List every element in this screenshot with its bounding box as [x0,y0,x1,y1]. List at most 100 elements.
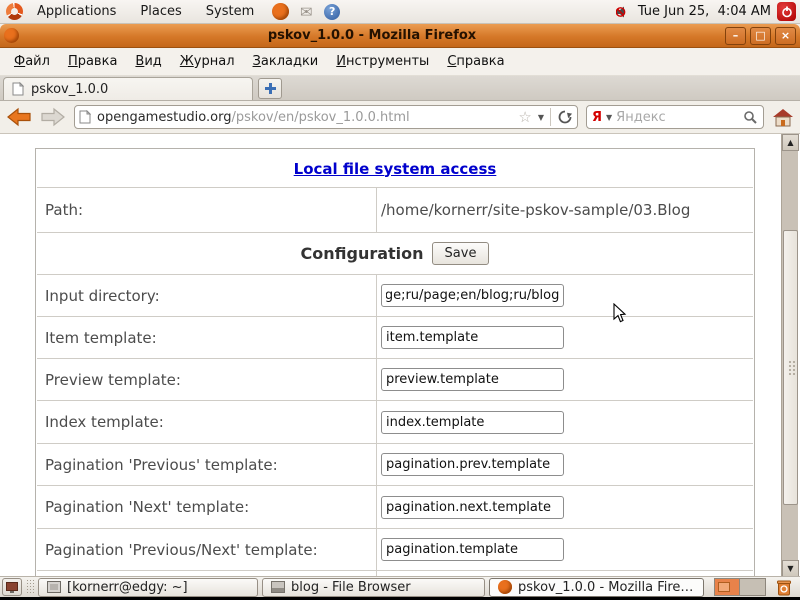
yandex-icon[interactable]: Я [592,110,602,125]
window-titlebar[interactable]: pskov_1.0.0 - Mozilla Firefox – □ × [0,24,800,48]
taskbar-item-firefox[interactable]: pskov_1.0.0 - Mozilla Firefox [489,578,704,597]
panel-left: Applications Places System ✉ ? [0,2,342,22]
menu-tools[interactable]: Инструменты [328,50,437,73]
table-header-row: Local file system access [37,150,753,188]
path-value: /home/kornerr/site-pskov-sample/03.Blog [377,201,753,219]
power-icon[interactable] [777,2,796,21]
plus-icon [265,83,276,94]
search-icon[interactable] [743,110,758,125]
panel-clock[interactable]: Tue Jun 25, 4:04 AM [638,4,771,19]
field-label: Pagination 'Previous/Next' template: [37,529,377,570]
table-row: Pagination 'Previous/Next' template: [37,529,753,571]
taskbar-item-label: pskov_1.0.0 - Mozilla Firefox [518,580,695,595]
vertical-scrollbar[interactable]: ▲ ▼ [781,134,798,577]
input-directory-field[interactable] [381,284,564,307]
url-dropdown-icon[interactable]: ▼ [538,113,544,122]
ubuntu-logo-icon[interactable] [6,3,23,20]
back-button[interactable] [6,106,32,128]
close-button[interactable]: × [775,27,796,45]
configuration-title: Configuration [301,244,424,263]
pagination-prev-field[interactable] [381,453,564,476]
page-icon [79,110,91,124]
field-label: Input directory: [37,275,377,316]
help-icon[interactable]: ? [322,2,342,22]
field-label: Preview template: [37,359,377,400]
menu-history[interactable]: Журнал [172,50,243,73]
taskbar-grip[interactable] [26,579,34,595]
table-row: Index template: [37,401,753,444]
desktop: Applications Places System ✉ ? Tue Jun 2… [0,0,800,600]
menu-file[interactable]: Файл [6,50,58,73]
table-row: Input directory: [37,275,753,317]
menu-help[interactable]: Справка [439,50,512,73]
url-text[interactable]: opengamestudio.org/pskov/en/pskov_1.0.0.… [97,110,512,125]
home-button[interactable] [772,108,794,127]
panel-right: Tue Jun 25, 4:04 AM [616,2,800,21]
item-template-field[interactable] [381,326,564,349]
system-menu[interactable]: System [196,2,264,21]
tab-pskov[interactable]: pskov_1.0.0 [3,77,253,100]
bookmark-star-icon[interactable]: ☆ [518,108,531,126]
minimize-button[interactable]: – [725,27,746,45]
mouse-cursor [613,303,627,324]
maximize-button[interactable]: □ [750,27,771,45]
firefox-window-icon [4,28,19,43]
taskbar-item-terminal[interactable]: [kornerr@edgy: ~] [38,578,258,597]
new-tab-button[interactable] [258,78,282,99]
page-content: Local file system access Path: /home/kor… [0,134,800,577]
path-label: Path: [37,188,377,232]
workspace-1[interactable] [715,579,740,595]
taskbar-item-file-browser[interactable]: blog - File Browser [262,578,485,597]
pagination-next-field[interactable] [381,496,564,519]
url-bar[interactable]: opengamestudio.org/pskov/en/pskov_1.0.0.… [74,105,578,129]
index-template-field[interactable] [381,411,564,434]
local-file-system-access-link[interactable]: Local file system access [294,160,497,178]
show-desktop-button[interactable] [2,578,22,596]
tab-bar: pskov_1.0.0 [0,76,800,101]
scrollbar-thumb[interactable] [783,230,798,505]
menu-view[interactable]: Вид [127,50,169,73]
field-label: Pagination 'Next' template: [37,486,377,528]
trash-icon[interactable] [771,577,797,597]
applications-menu[interactable]: Applications [27,2,126,21]
preview-template-field[interactable] [381,368,564,391]
field-label: Item template: [37,317,377,358]
reload-icon[interactable] [557,109,573,125]
workspace-switcher[interactable] [714,578,766,596]
firefox-icon [498,580,512,594]
table-row: Item template: [37,317,753,359]
search-input[interactable]: Яндекс [616,110,739,125]
table-row: Preview template: [37,359,753,401]
scroll-up-icon[interactable]: ▲ [782,134,799,151]
file-browser-icon [271,581,285,593]
places-menu[interactable]: Places [130,2,191,21]
desktop-icon [6,582,18,593]
scroll-down-icon[interactable]: ▼ [782,560,799,577]
workspace-2[interactable] [740,579,765,595]
menu-edit[interactable]: Правка [60,50,125,73]
table-row: Pagination 'Previous' template: [37,444,753,486]
forward-button[interactable] [40,106,66,128]
terminal-icon [47,581,61,593]
mail-icon[interactable]: ✉ [296,2,316,22]
search-engine-dropdown-icon[interactable]: ▼ [606,113,612,122]
tab-label: pskov_1.0.0 [31,82,108,97]
configuration-row: Configuration Save [37,233,753,275]
path-row: Path: /home/kornerr/site-pskov-sample/03… [37,188,753,233]
search-box[interactable]: Я ▼ Яндекс [586,105,764,129]
taskbar-item-label: [kornerr@edgy: ~] [67,580,188,595]
save-button[interactable]: Save [432,242,490,265]
field-label: Pagination 'Previous' template: [37,444,377,485]
field-label: Index template: [37,401,377,443]
menu-bookmarks[interactable]: Закладки [245,50,327,73]
navigation-toolbar: opengamestudio.org/pskov/en/pskov_1.0.0.… [0,101,800,134]
divider [550,108,551,126]
url-domain: opengamestudio.org [97,110,231,125]
firefox-window: pskov_1.0.0 - Mozilla Firefox – □ × Файл… [0,24,800,577]
volume-muted-icon[interactable] [616,5,632,19]
window-title: pskov_1.0.0 - Mozilla Firefox [19,28,725,43]
pagination-prevnext-field[interactable] [381,538,564,561]
taskbar-item-label: blog - File Browser [291,580,411,595]
gnome-taskbar: [kornerr@edgy: ~] blog - File Browser ps… [0,576,800,597]
firefox-launcher-icon[interactable] [270,2,290,22]
